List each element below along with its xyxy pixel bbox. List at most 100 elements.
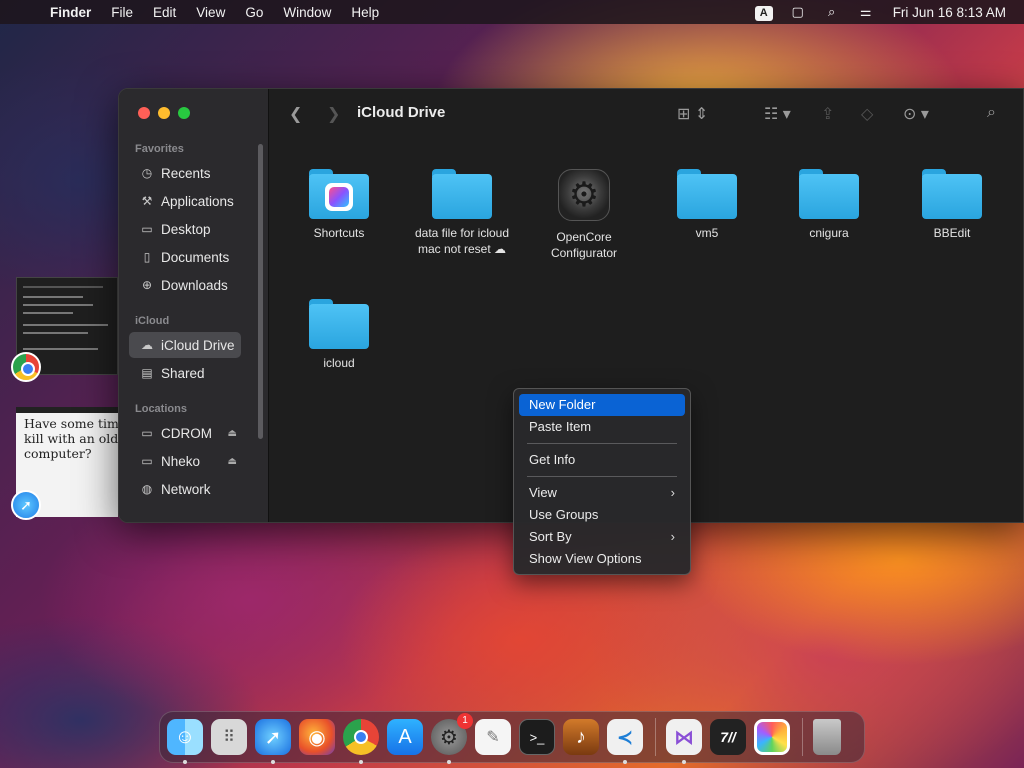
file-item-data-file[interactable]: data file for icloud mac not reset ☁ [402, 169, 522, 257]
dock-terminal-icon[interactable]: >_ [519, 719, 555, 755]
dock-system-settings-icon[interactable]: ⚙ 1 [431, 713, 473, 764]
dock-textedit-icon[interactable]: ✎ [475, 719, 511, 755]
menu-edit[interactable]: Edit [143, 5, 186, 20]
clock-icon: ◷ [141, 166, 153, 180]
preview-text: Have some tim kill with an old computer? [24, 416, 118, 461]
shared-folder-icon: ▤ [141, 366, 153, 380]
more-actions-icon[interactable]: ⊙ ▾ [903, 104, 929, 124]
sidebar-item-downloads[interactable]: ⊕ Downloads [129, 272, 241, 298]
window-title: iCloud Drive [357, 104, 446, 121]
sidebar-item-applications[interactable]: ⚒ Applications [129, 188, 241, 214]
file-name: OpenCore Configurator [550, 230, 618, 260]
sidebar-item-label: Desktop [161, 221, 211, 237]
sidebar-item-label: Nheko [161, 453, 201, 469]
context-menu: New Folder Paste Item Get Info View › Use… [513, 388, 691, 575]
file-name: BBEdit [933, 226, 971, 240]
dock-utility-icon[interactable]: 7// [710, 719, 746, 755]
control-center-icon[interactable]: ⚌ [849, 4, 883, 20]
dock-garageband-icon[interactable]: ♪ [563, 719, 599, 755]
sidebar-item-cdrom[interactable]: ▭ CDROM ⏏ [129, 420, 241, 446]
menu-view[interactable]: View [186, 5, 235, 20]
menu-window[interactable]: Window [273, 5, 341, 20]
folder-icon [677, 169, 737, 219]
menu-item-sort-by[interactable]: Sort By › [519, 526, 685, 548]
sidebar-item-label: CDROM [161, 425, 212, 441]
menu-item-use-groups[interactable]: Use Groups [519, 504, 685, 526]
folder-icon [922, 169, 982, 219]
cloud-icon: ☁ [141, 338, 153, 352]
file-item-opencore[interactable]: ⚙ OpenCore Configurator [524, 169, 644, 261]
locations-header: Locations [135, 403, 187, 415]
finder-sidebar: Favorites ◷ Recents ⚒ Applications ▭ Deskto… [119, 89, 268, 522]
menu-help[interactable]: Help [341, 5, 389, 20]
dock-launchpad-icon[interactable]: ⠿ [211, 719, 247, 755]
menu-item-paste-item[interactable]: Paste Item [519, 416, 685, 438]
eject-icon[interactable]: ⏏ [228, 456, 237, 467]
back-chevron-icon[interactable]: ❮ [289, 104, 302, 124]
search-icon[interactable]: ⌕ [987, 104, 996, 122]
menu-app-name[interactable]: Finder [40, 5, 101, 20]
menu-clock[interactable]: Fri Jun 16 8:13 AM [883, 5, 1006, 20]
disk-icon: ▭ [141, 426, 153, 440]
menu-item-get-info[interactable]: Get Info [519, 449, 685, 471]
dock-finder-icon[interactable]: ☺ [167, 719, 203, 764]
close-button[interactable] [138, 107, 150, 119]
sidebar-item-label: Downloads [161, 277, 228, 293]
menu-file[interactable]: File [101, 5, 143, 20]
menu-item-show-view-options[interactable]: Show View Options [519, 548, 685, 570]
download-icon: ⊕ [141, 278, 153, 292]
sidebar-item-desktop[interactable]: ▭ Desktop [129, 216, 241, 242]
file-item-bbedit[interactable]: BBEdit [892, 169, 1012, 241]
menu-item-label: View [529, 485, 557, 500]
sidebar-item-nheko[interactable]: ▭ Nheko ⏏ [129, 448, 241, 474]
tag-icon[interactable]: ◇ [861, 104, 873, 124]
dock-visual-studio-icon[interactable]: ⋈ [666, 719, 702, 764]
file-item-cnigura[interactable]: cnigura [769, 169, 889, 241]
dock-trash-icon[interactable] [813, 719, 841, 755]
sidebar-item-label: Documents [161, 249, 230, 265]
folder-icon [309, 169, 369, 219]
menu-item-new-folder[interactable]: New Folder [519, 394, 685, 416]
sidebar-scrollbar[interactable] [258, 144, 263, 439]
window-controls [138, 107, 190, 119]
dock-photos-icon[interactable] [754, 719, 790, 755]
globe-icon: ◍ [141, 482, 153, 496]
dock-chrome-icon[interactable] [343, 719, 379, 764]
dock-separator [802, 718, 803, 756]
file-name: cnigura [809, 226, 849, 240]
file-name: data file for icloud mac not reset ☁ [414, 226, 510, 256]
file-item-icloud[interactable]: icloud [279, 299, 399, 371]
zoom-button[interactable] [178, 107, 190, 119]
view-mode-icon[interactable]: ⊞ ⇕ [677, 104, 708, 124]
window-stack-icon[interactable]: ▢ [781, 4, 815, 20]
favorites-header: Favorites [135, 143, 184, 155]
folder-icon [799, 169, 859, 219]
icloud-header: iCloud [135, 315, 170, 327]
menu-go[interactable]: Go [235, 5, 273, 20]
minimize-button[interactable] [158, 107, 170, 119]
spotlight-search-icon[interactable]: ⌕ [815, 4, 849, 20]
sidebar-item-network[interactable]: ◍ Network [129, 476, 241, 502]
sidebar-item-icloud-drive[interactable]: ☁ iCloud Drive [129, 332, 241, 358]
dock-safari-icon[interactable]: ➚ [255, 719, 291, 764]
sidebar-item-shared[interactable]: ▤ Shared [129, 360, 241, 386]
forward-chevron-icon[interactable]: ❯ [327, 104, 340, 124]
dock-vscode-icon[interactable]: ≺ [607, 719, 643, 764]
eject-icon[interactable]: ⏏ [228, 428, 237, 439]
finder-toolbar: ❮ ❯ iCloud Drive ⊞ ⇕ ☷ ▾ ⇪ ◇ ⊙ ▾ ⌕ [269, 89, 1023, 139]
sidebar-item-documents[interactable]: ▯ Documents [129, 244, 241, 270]
menu-item-label: Sort By [529, 529, 572, 544]
group-by-icon[interactable]: ☷ ▾ [764, 104, 791, 124]
dock-app-store-icon[interactable]: A [387, 719, 423, 755]
dock-separator [655, 718, 656, 756]
file-name: Shortcuts [313, 226, 365, 240]
file-name: vm5 [695, 226, 719, 240]
share-icon[interactable]: ⇪ [821, 104, 834, 124]
dock-firefox-icon[interactable]: ◉ [299, 719, 335, 755]
file-item-shortcuts[interactable]: Shortcuts [279, 169, 399, 241]
dock: ☺ ⠿ ➚ ◉ A ⚙ 1 ✎ >_ ♪ ≺ ⋈ 7// [159, 711, 865, 764]
menu-item-view[interactable]: View › [519, 482, 685, 504]
file-item-vm5[interactable]: vm5 [647, 169, 767, 241]
input-source-icon[interactable]: A [747, 4, 781, 21]
sidebar-item-recents[interactable]: ◷ Recents [129, 160, 241, 186]
